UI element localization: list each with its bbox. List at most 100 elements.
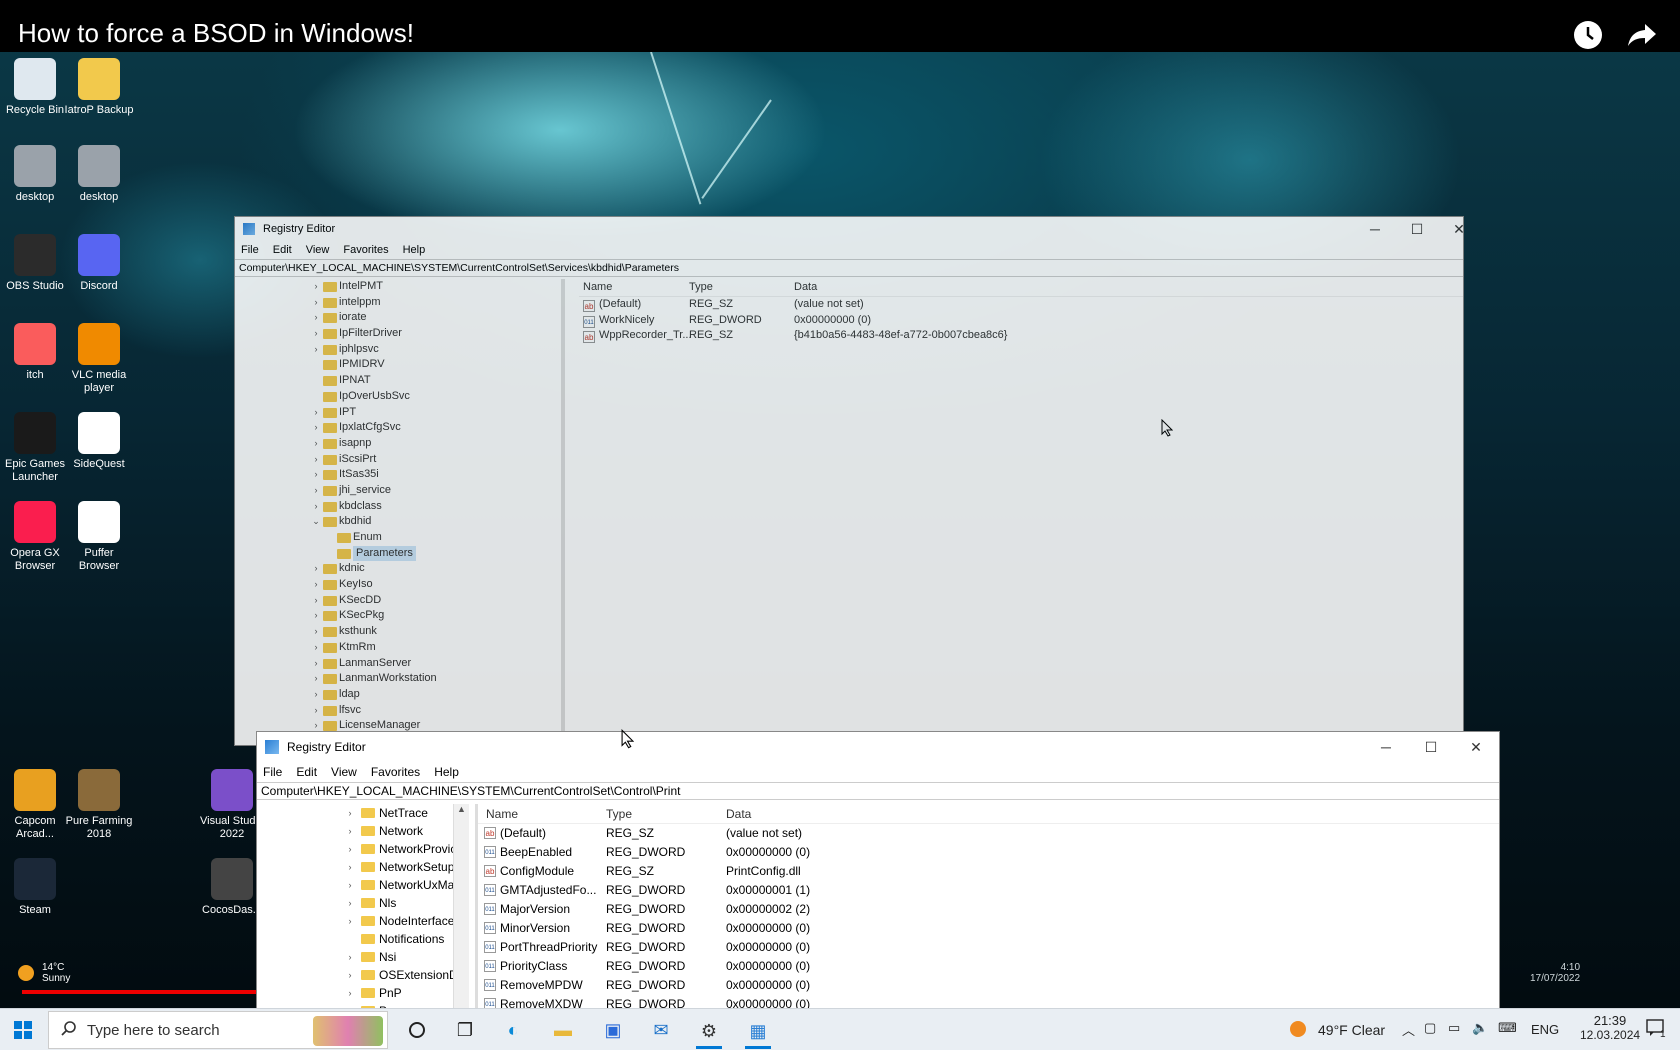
desktop-icon[interactable]: Steam bbox=[0, 858, 70, 917]
desktop-icon[interactable]: desktop bbox=[64, 145, 134, 204]
chevron-right-icon[interactable]: › bbox=[345, 894, 355, 912]
clock[interactable]: 21:39 12.03.2024 bbox=[1580, 1013, 1640, 1042]
tree-node[interactable]: › iorate bbox=[235, 310, 561, 326]
close-button[interactable]: ✕ bbox=[1437, 217, 1481, 241]
tree-node[interactable]: Notifications bbox=[257, 930, 469, 948]
minimize-button[interactable]: ─ bbox=[1364, 732, 1408, 762]
menu-item[interactable]: Edit bbox=[296, 765, 317, 779]
close-button[interactable]: ✕ bbox=[1454, 732, 1498, 762]
desktop-icon[interactable]: Capcom Arcad... bbox=[0, 769, 70, 841]
tree-node[interactable]: › lfsvc bbox=[235, 703, 561, 719]
desktop-icon[interactable]: Recycle Bin bbox=[0, 58, 70, 117]
tree-node[interactable]: › NodeInterface bbox=[257, 912, 469, 930]
mail-icon[interactable]: ✉ bbox=[648, 1017, 674, 1043]
tree-node[interactable]: › Nsi bbox=[257, 948, 469, 966]
registry-value-row[interactable]: ab (Default) REG_SZ (value not set) bbox=[478, 824, 1499, 843]
desktop-icon[interactable]: VLC media player bbox=[64, 323, 134, 395]
column-header-name[interactable]: Name bbox=[583, 281, 612, 293]
tree-node[interactable]: › iphlpsvc bbox=[235, 342, 561, 358]
tree-node[interactable]: › IpxlatCfgSvc bbox=[235, 420, 561, 436]
column-header-type[interactable]: Type bbox=[689, 281, 713, 293]
maximize-button[interactable]: ☐ bbox=[1395, 217, 1439, 241]
chevron-right-icon[interactable]: › bbox=[311, 420, 321, 436]
store-icon[interactable]: ▣ bbox=[600, 1017, 626, 1043]
tree-node[interactable]: Enum bbox=[235, 530, 561, 546]
registry-value-row[interactable]: 011 MajorVersion REG_DWORD 0x00000002 (2) bbox=[478, 900, 1499, 919]
chevron-right-icon[interactable]: › bbox=[311, 483, 321, 499]
menu-item[interactable]: Help bbox=[434, 765, 459, 779]
column-header-data[interactable]: Data bbox=[794, 281, 817, 293]
desktop-icon[interactable]: SideQuest bbox=[64, 412, 134, 471]
chevron-right-icon[interactable]: › bbox=[311, 326, 321, 342]
tree-node[interactable]: › Network bbox=[257, 822, 469, 840]
column-header-name[interactable]: Name bbox=[486, 807, 518, 821]
chevron-right-icon[interactable]: › bbox=[345, 876, 355, 894]
chevron-right-icon[interactable]: › bbox=[345, 948, 355, 966]
tree-node[interactable]: › PnP bbox=[257, 984, 469, 1002]
tree-node[interactable]: IPNAT bbox=[235, 373, 561, 389]
menu-item[interactable]: Help bbox=[403, 244, 426, 256]
meet-now-icon[interactable]: ▢ bbox=[1424, 1020, 1436, 1036]
desktop-icon[interactable]: Puffer Browser bbox=[64, 501, 134, 573]
window-title-bar[interactable]: Registry Editor ─ ☐ ✕ bbox=[257, 732, 1499, 762]
registry-value-row[interactable]: ab WppRecorder_Tr... REG_SZ {b41b0a56-4483-… bbox=[579, 328, 1463, 344]
menu-item[interactable]: Edit bbox=[273, 244, 292, 256]
tree-node[interactable]: › ItSas35i bbox=[235, 467, 561, 483]
registry-value-row[interactable]: 011 PriorityClass REG_DWORD 0x00000000 (0) bbox=[478, 957, 1499, 976]
tree-node[interactable]: › kdnic bbox=[235, 561, 561, 577]
menu-item[interactable]: View bbox=[306, 244, 330, 256]
chevron-right-icon[interactable]: › bbox=[311, 656, 321, 672]
registry-value-row[interactable]: 011 RemoveMPDW REG_DWORD 0x00000000 (0) bbox=[478, 976, 1499, 995]
registry-value-list[interactable]: Name Type Data ab (Default) REG_SZ (value n… bbox=[579, 279, 1463, 745]
registry-editor-window-back[interactable]: Registry Editor ─ ☐ ✕ File Edit View Favori… bbox=[234, 216, 1465, 746]
chevron-right-icon[interactable]: › bbox=[311, 279, 321, 295]
tree-node[interactable]: › IpFilterDriver bbox=[235, 326, 561, 342]
tree-node[interactable]: › LanmanWorkstation bbox=[235, 671, 561, 687]
desktop-icon[interactable]: OBS Studio bbox=[0, 234, 70, 293]
chevron-right-icon[interactable]: › bbox=[311, 295, 321, 311]
chevron-right-icon[interactable]: › bbox=[311, 467, 321, 483]
tree-node[interactable]: › jhi_service bbox=[235, 483, 561, 499]
chevron-right-icon[interactable]: › bbox=[311, 561, 321, 577]
tree-node[interactable]: › KeyIso bbox=[235, 577, 561, 593]
edge-icon[interactable]: ◐ bbox=[500, 1017, 526, 1043]
tree-node[interactable]: › OSExtensionD bbox=[257, 966, 469, 984]
chevron-right-icon[interactable]: › bbox=[345, 858, 355, 876]
chevron-right-icon[interactable]: › bbox=[345, 984, 355, 1002]
registry-value-row[interactable]: ab ConfigModule REG_SZ PrintConfig.dll bbox=[478, 862, 1499, 881]
maximize-button[interactable]: ☐ bbox=[1409, 732, 1453, 762]
chevron-right-icon[interactable]: › bbox=[345, 966, 355, 984]
windows-start-icon[interactable] bbox=[10, 1017, 36, 1043]
chevron-right-icon[interactable]: › bbox=[311, 452, 321, 468]
column-header-data[interactable]: Data bbox=[726, 807, 751, 821]
notification-icon[interactable]: 1 bbox=[1646, 1019, 1666, 1040]
tree-node[interactable]: › IPT bbox=[235, 405, 561, 421]
chevron-right-icon[interactable]: › bbox=[311, 640, 321, 656]
chevron-right-icon[interactable]: › bbox=[345, 822, 355, 840]
address-bar[interactable]: Computer\HKEY_LOCAL_MACHINE\SYSTEM\Curre… bbox=[257, 782, 1499, 800]
touch-keyboard-icon[interactable]: ⌨ bbox=[1498, 1020, 1517, 1036]
menu-item[interactable]: Favorites bbox=[371, 765, 420, 779]
tree-node[interactable]: › kbdclass bbox=[235, 499, 561, 515]
file-explorer-icon[interactable]: ▬ bbox=[550, 1017, 576, 1043]
chevron-right-icon[interactable]: › bbox=[345, 804, 355, 822]
tree-node[interactable]: ⌄ kbdhid bbox=[235, 514, 561, 530]
tree-node[interactable]: › Nls bbox=[257, 894, 469, 912]
cortana-icon[interactable] bbox=[404, 1017, 430, 1043]
tree-node[interactable]: Parameters bbox=[235, 545, 561, 562]
chevron-right-icon[interactable]: › bbox=[311, 499, 321, 515]
registry-value-row[interactable]: 011 BeepEnabled REG_DWORD 0x00000000 (0) bbox=[478, 843, 1499, 862]
registry-value-row[interactable]: 011 WorkNicely REG_DWORD 0x00000000 (0) bbox=[579, 313, 1463, 329]
desktop-icon[interactable]: Discord bbox=[64, 234, 134, 293]
menu-item[interactable]: File bbox=[263, 765, 282, 779]
menu-item[interactable]: View bbox=[331, 765, 357, 779]
chevron-down-icon[interactable]: ⌄ bbox=[311, 514, 321, 530]
registry-value-row[interactable]: ab (Default) REG_SZ (value not set) bbox=[579, 297, 1463, 313]
chevron-right-icon[interactable]: › bbox=[311, 624, 321, 640]
registry-value-list[interactable]: Name Type Data ab (Default) REG_SZ (value n… bbox=[475, 804, 1499, 1010]
regedit-icon[interactable]: ▦ bbox=[745, 1017, 771, 1049]
registry-value-row[interactable]: 011 GMTAdjustedFo... REG_DWORD 0x00000001 (… bbox=[478, 881, 1499, 900]
tree-node[interactable]: › NetworkSetup bbox=[257, 858, 469, 876]
tree-node[interactable]: › NetTrace bbox=[257, 804, 469, 822]
chevron-right-icon[interactable]: › bbox=[311, 608, 321, 624]
